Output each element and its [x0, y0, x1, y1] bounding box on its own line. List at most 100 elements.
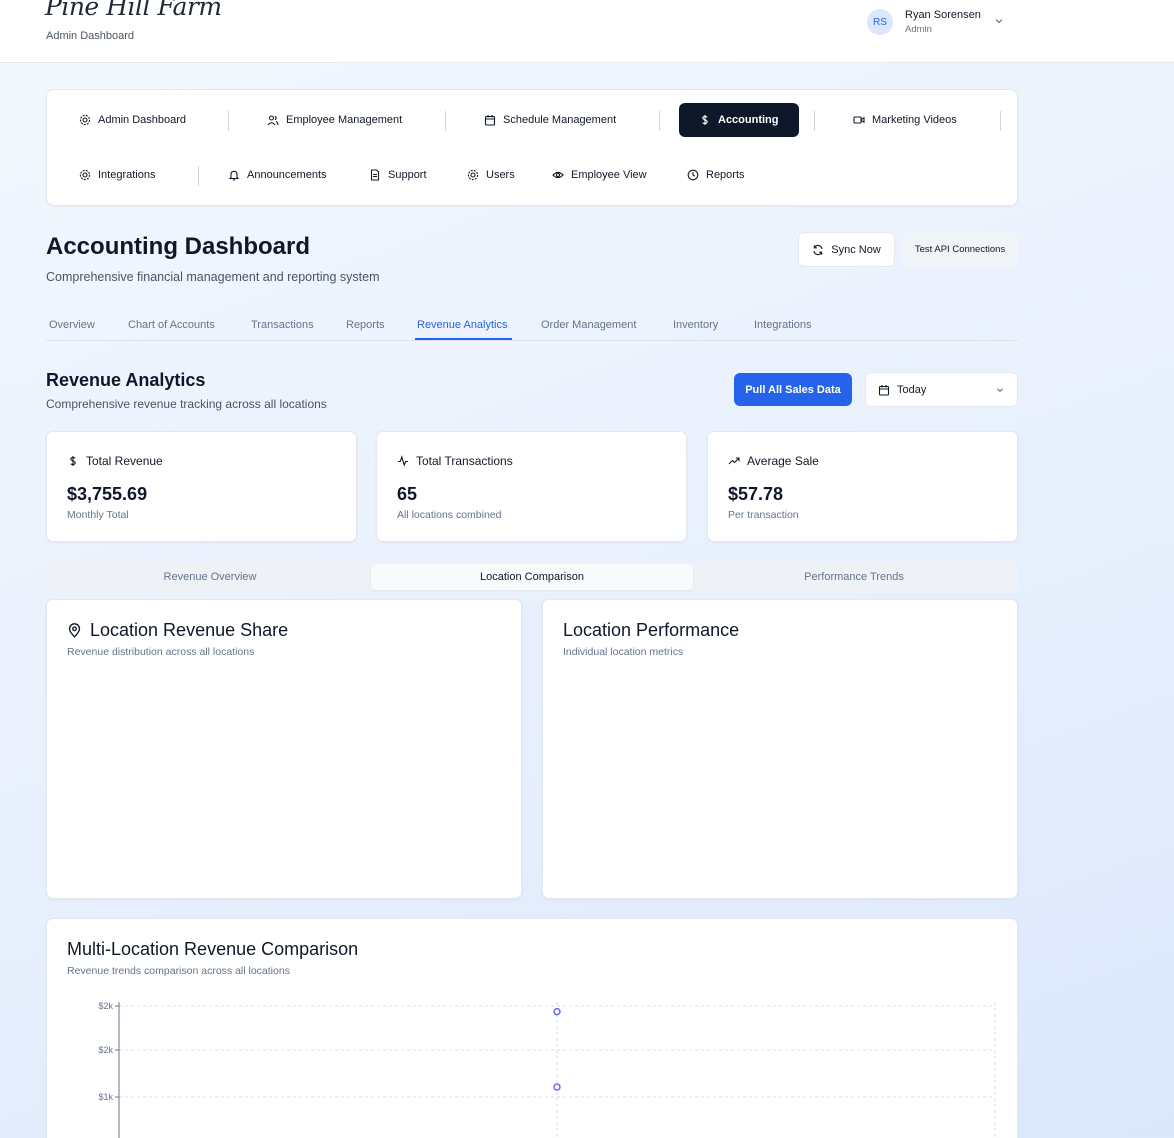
y-tick-label: $2k: [98, 1045, 113, 1055]
nav-support[interactable]: Support: [359, 158, 437, 192]
date-range-select[interactable]: Today: [865, 372, 1018, 407]
panel-title: Location Performance: [563, 620, 740, 640]
stat-value: 65: [397, 484, 418, 504]
bell-icon: [228, 170, 240, 181]
avatar[interactable]: RS: [867, 9, 893, 35]
pull-all-sales-data-button[interactable]: Pull All Sales Data: [734, 373, 852, 406]
nav-label: Support: [388, 169, 427, 181]
section-title: Revenue Analytics: [46, 370, 206, 390]
divider: [198, 166, 199, 186]
data-point: [553, 1007, 561, 1016]
stat-card-total-revenue: Total Revenue $3,755.69 Monthly Total: [46, 431, 357, 542]
panel-title: Location Revenue Share: [90, 620, 289, 640]
nav-employee-management[interactable]: Employee Management: [257, 103, 412, 137]
tab-integrations[interactable]: Integrations: [754, 319, 811, 338]
calendar-icon: [484, 115, 496, 126]
stat-value: $57.78: [728, 484, 784, 504]
nav-announcements[interactable]: Announcements: [218, 158, 337, 192]
chevron-down-icon: [997, 387, 1003, 392]
gear-icon: [79, 114, 91, 126]
nav-users[interactable]: Users: [457, 158, 525, 192]
nav-label: Employee Management: [286, 114, 403, 126]
tab-location-comparison[interactable]: Location Comparison: [371, 564, 693, 590]
tab-revenue-analytics[interactable]: Revenue Analytics: [415, 319, 512, 340]
eye-icon: [552, 171, 564, 179]
dollar-icon: [70, 456, 76, 466]
accounting-tabs: Overview Chart of Accounts Transactions …: [46, 313, 1018, 341]
nav-label: Integrations: [98, 169, 156, 181]
nav-label: Marketing Videos: [872, 114, 957, 126]
stat-note: Monthly Total: [67, 509, 129, 521]
tab-performance-trends[interactable]: Performance Trends: [693, 564, 1015, 590]
tab-reports[interactable]: Reports: [346, 319, 385, 338]
sync-now-label: Sync Now: [831, 243, 881, 256]
stat-label: Average Sale: [747, 454, 819, 468]
test-api-connections-button[interactable]: Test API Connections: [902, 232, 1018, 267]
calendar-icon: [878, 384, 890, 396]
nav-schedule-management[interactable]: Schedule Management: [474, 103, 626, 137]
nav-reports[interactable]: Reports: [677, 158, 755, 192]
chevron-down-icon[interactable]: [993, 15, 1005, 27]
nav-accounting[interactable]: Accounting: [679, 103, 799, 137]
nav-label: Accounting: [718, 114, 779, 126]
video-icon: [853, 116, 865, 124]
revenue-comparison-chart: $2k $2k $1k: [98, 1001, 996, 1138]
nav-label: Admin Dashboard: [98, 114, 187, 126]
user-name[interactable]: Ryan Sorensen: [905, 9, 981, 21]
tab-order-management[interactable]: Order Management: [541, 319, 636, 338]
nav-integrations[interactable]: Integrations: [69, 158, 165, 192]
section-subtitle: Comprehensive revenue tracking across al…: [46, 397, 327, 411]
top-bar: Pine Hill Farm Admin Dashboard RS Ryan S…: [0, 0, 1174, 63]
logo[interactable]: Pine Hill Farm: [45, 0, 222, 21]
gear-icon: [79, 169, 91, 181]
main-nav: Admin Dashboard Employee Management Sche…: [46, 89, 1018, 206]
stat-label: Total Transactions: [416, 454, 513, 468]
nav-marketing-videos[interactable]: Marketing Videos: [843, 103, 967, 137]
page-title: Accounting Dashboard: [46, 233, 311, 260]
trending-up-icon: [728, 457, 740, 465]
panel-subtitle: Revenue distribution across all location…: [67, 646, 255, 658]
tab-transactions[interactable]: Transactions: [251, 319, 314, 338]
stat-value: $3,755.69: [67, 484, 148, 504]
location-revenue-share-panel: Location Revenue Share Revenue distribut…: [46, 599, 522, 899]
dollar-icon: [702, 115, 708, 125]
stat-card-average-sale: Average Sale $57.78 Per transaction: [707, 431, 1018, 542]
y-tick-label: $1k: [98, 1092, 113, 1102]
nav-admin-dashboard[interactable]: Admin Dashboard: [69, 103, 196, 137]
divider: [228, 111, 229, 131]
divider: [659, 111, 660, 131]
divider: [814, 111, 815, 131]
multi-location-comparison-panel: Multi-Location Revenue Comparison Revenu…: [46, 918, 1018, 1138]
sync-now-button[interactable]: Sync Now: [798, 232, 895, 267]
date-range-value: Today: [897, 383, 927, 396]
stat-note: Per transaction: [728, 509, 799, 521]
stat-card-total-transactions: Total Transactions 65 All locations comb…: [376, 431, 687, 542]
location-performance-panel: Location Performance Individual location…: [542, 599, 1018, 899]
refresh-icon: [813, 244, 823, 255]
nav-label: Announcements: [247, 169, 327, 181]
page-subtitle: Comprehensive financial management and r…: [46, 270, 380, 284]
app-subtitle: Admin Dashboard: [46, 30, 135, 42]
tab-chart-of-accounts[interactable]: Chart of Accounts: [128, 319, 215, 338]
nav-label: Reports: [706, 169, 745, 181]
document-icon: [370, 169, 380, 181]
stat-label: Total Revenue: [86, 454, 163, 468]
stat-note: All locations combined: [397, 509, 502, 521]
tab-inventory[interactable]: Inventory: [673, 319, 718, 338]
clock-icon: [687, 169, 699, 181]
panel-subtitle: Individual location metrics: [563, 646, 684, 658]
data-point: [553, 1083, 561, 1091]
nav-label: Employee View: [571, 169, 647, 181]
gear-icon: [467, 169, 479, 181]
tab-overview[interactable]: Overview: [49, 319, 95, 338]
nav-label: Users: [486, 169, 515, 181]
map-pin-icon: [68, 623, 81, 638]
divider: [1000, 111, 1001, 131]
activity-icon: [398, 455, 408, 467]
y-tick-label: $2k: [98, 1001, 113, 1011]
user-role: Admin: [905, 24, 932, 35]
nav-employee-view[interactable]: Employee View: [542, 158, 657, 192]
nav-label: Schedule Management: [503, 114, 617, 126]
analytics-view-tabs: Revenue Overview Location Comparison Per…: [46, 561, 1018, 593]
tab-revenue-overview[interactable]: Revenue Overview: [49, 564, 371, 590]
